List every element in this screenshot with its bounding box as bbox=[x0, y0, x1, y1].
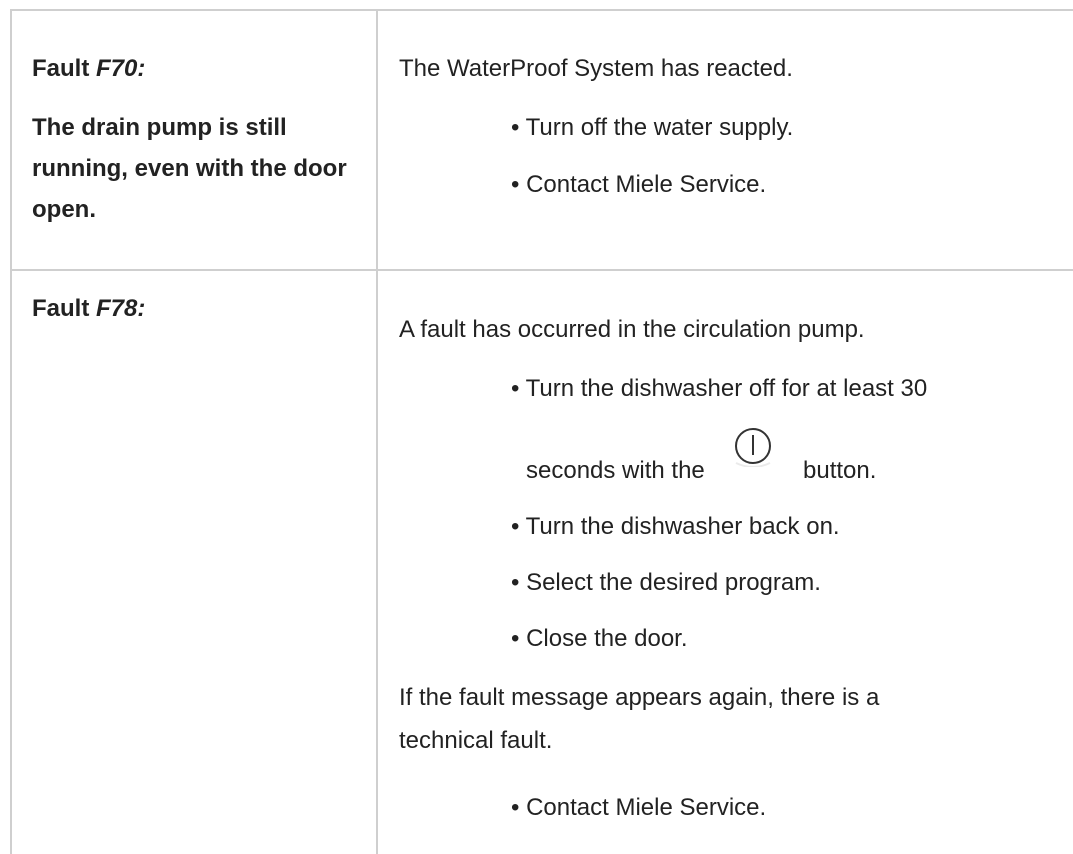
fault-description: The drain pump is still running, even wi… bbox=[32, 114, 347, 223]
table-left-border bbox=[10, 9, 12, 854]
fault-prefix: Fault bbox=[32, 55, 96, 82]
list-item-continuation: button. bbox=[803, 457, 877, 484]
list-item: • Contact Miele Service. bbox=[511, 794, 767, 821]
fault-code: F70: bbox=[96, 55, 146, 82]
followup-text: technical fault. bbox=[399, 727, 553, 754]
power-button-icon bbox=[735, 428, 771, 467]
list-item: • Contact Miele Service. bbox=[511, 171, 767, 198]
table-row-divider bbox=[10, 269, 1073, 271]
table-top-border bbox=[10, 9, 1073, 11]
table-column-divider bbox=[376, 9, 378, 854]
list-item: • Turn the dishwasher back on. bbox=[511, 513, 840, 540]
fault-table: Fault F70: The drain pump is still runni… bbox=[0, 0, 1073, 854]
list-item: • Turn the dishwasher off for at least 3… bbox=[511, 375, 928, 402]
list-item: • Turn off the water supply. bbox=[511, 114, 794, 141]
fault-code: F78: bbox=[96, 295, 146, 322]
fault-message: The WaterProof System has reacted. bbox=[399, 55, 793, 82]
fault-label-f78: Fault F78: bbox=[32, 295, 145, 323]
fault-label-f70: Fault F70: bbox=[32, 55, 145, 83]
fault-prefix: Fault bbox=[32, 295, 96, 322]
list-item: • Select the desired program. bbox=[511, 569, 821, 596]
fault-message: A fault has occurred in the circulation … bbox=[399, 316, 865, 343]
list-item-continuation: seconds with the bbox=[526, 457, 705, 484]
followup-text: If the fault message appears again, ther… bbox=[399, 684, 880, 711]
list-item: • Close the door. bbox=[511, 625, 688, 652]
